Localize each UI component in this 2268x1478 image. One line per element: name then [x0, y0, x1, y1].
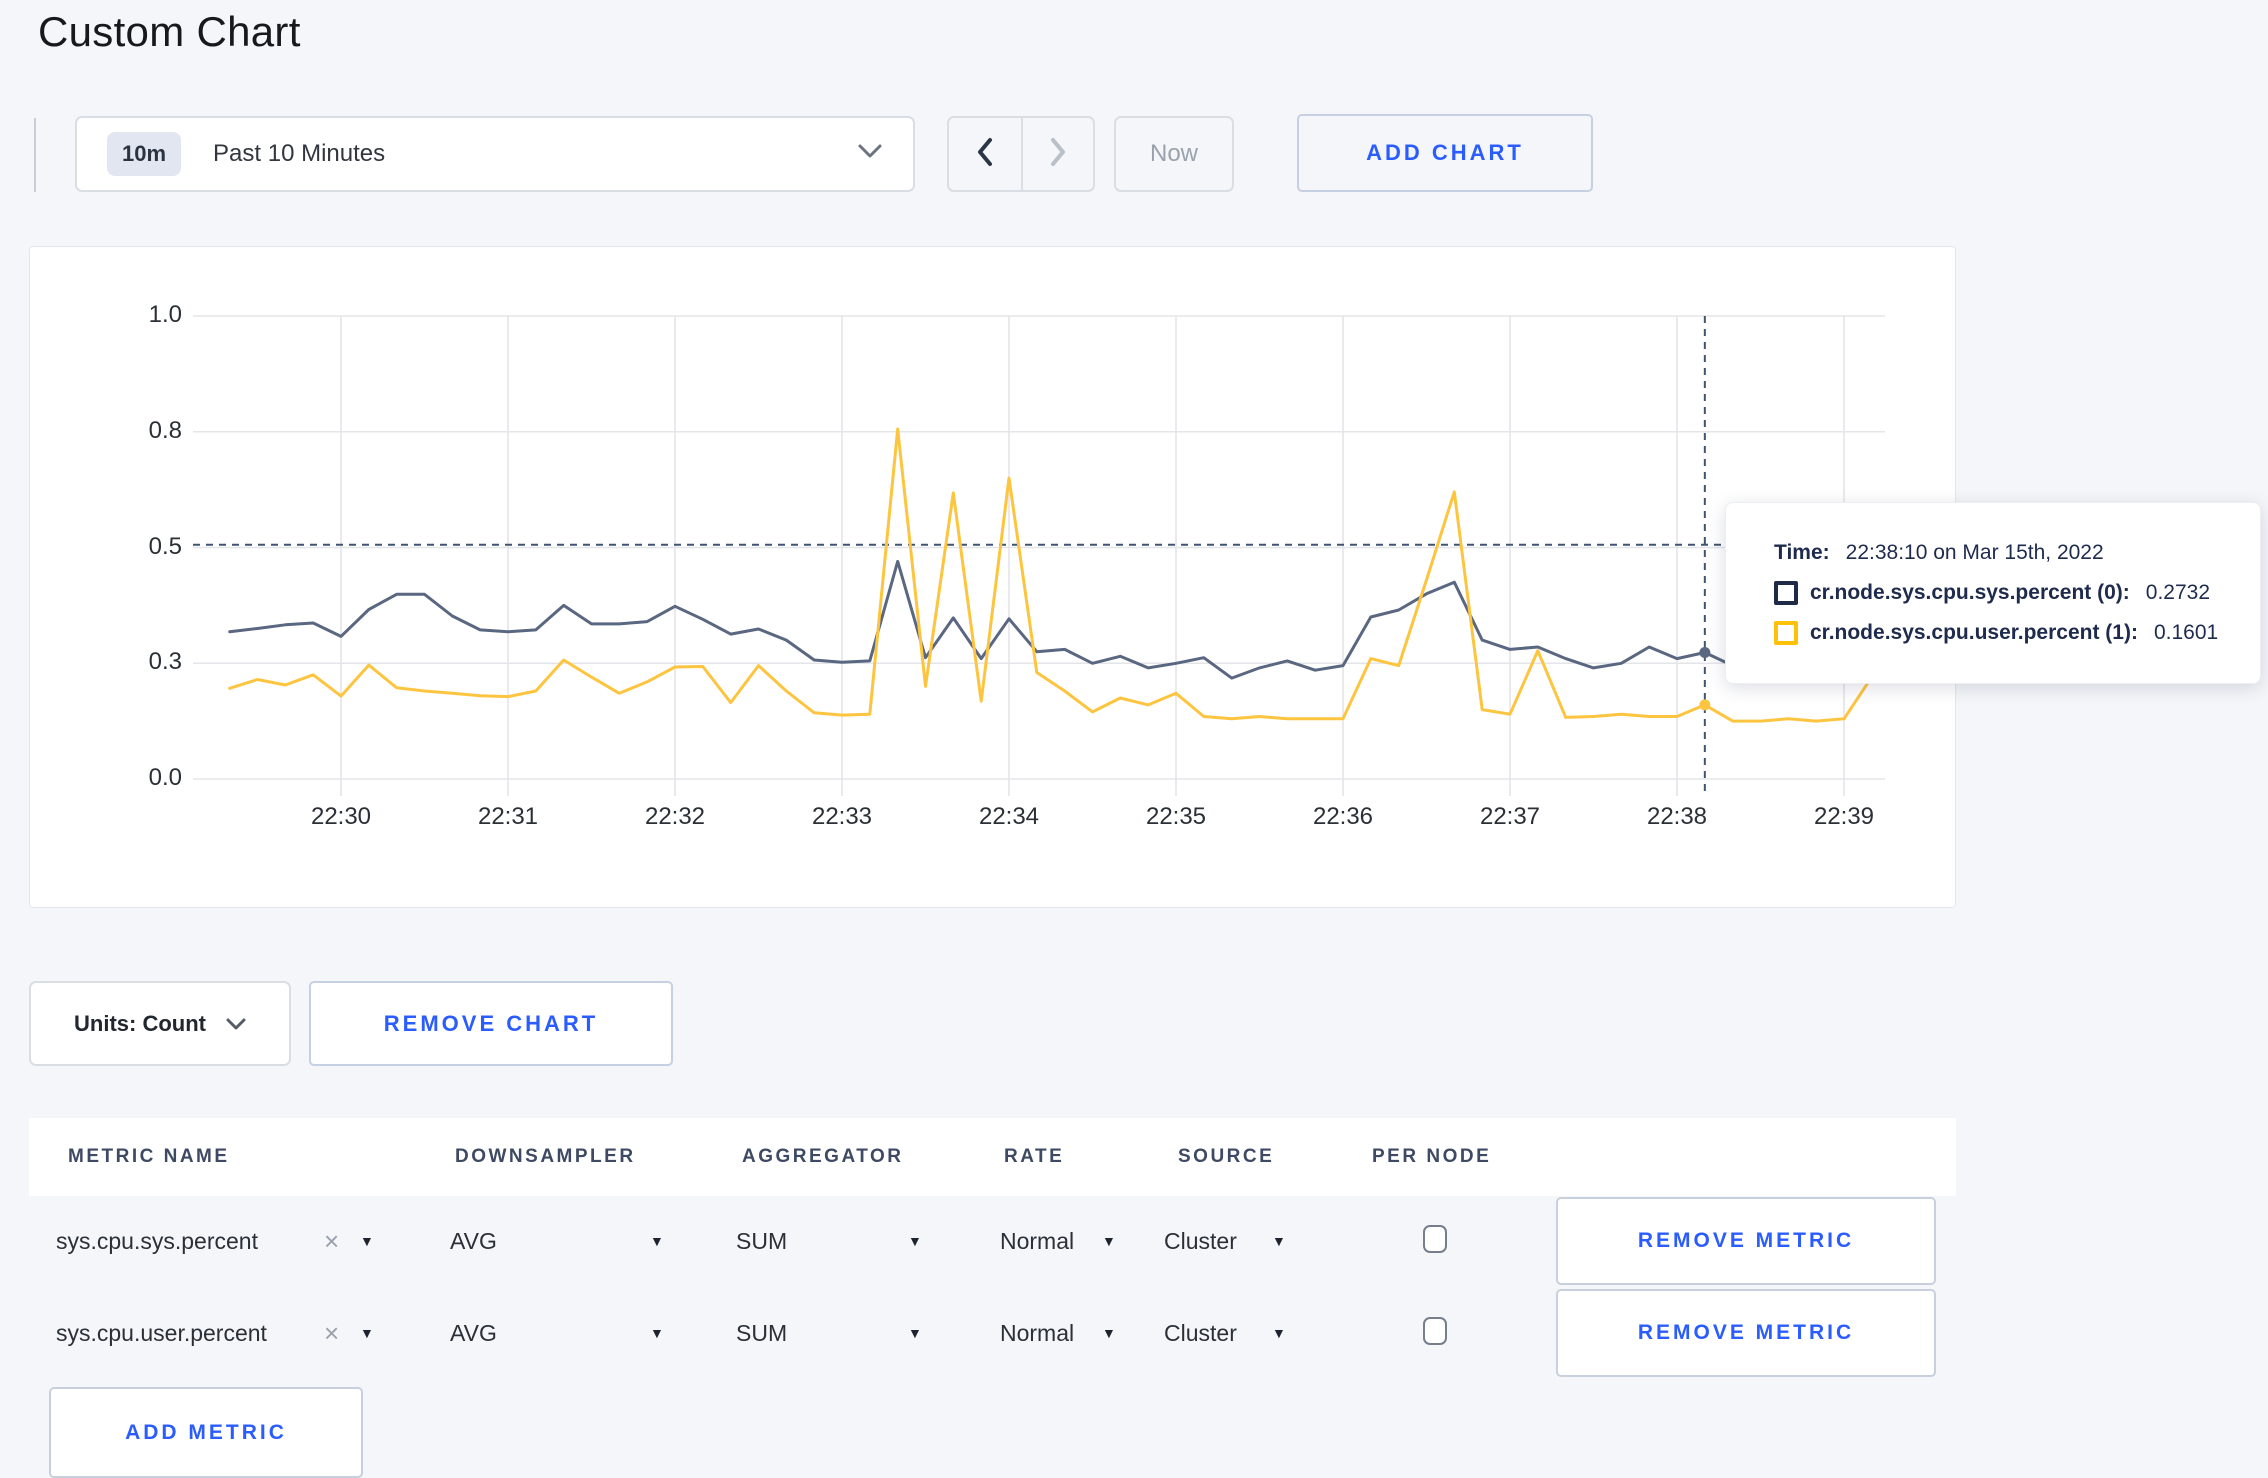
- tooltip-time-row: Time: 22:38:10 on Mar 15th, 2022: [1774, 541, 2260, 565]
- sys-series-swatch-icon: [1774, 581, 1798, 605]
- source-select[interactable]: Cluster: [1164, 1289, 1237, 1377]
- y-tick-label: 0.8: [148, 416, 182, 444]
- crosshair-dot: [1699, 699, 1711, 711]
- source-caret-icon[interactable]: ▼: [1272, 1197, 1286, 1285]
- aggregator-caret-icon[interactable]: ▼: [908, 1197, 922, 1285]
- x-tick-label: 22:39: [1813, 803, 1875, 830]
- tooltip-time-label: Time:: [1774, 541, 1830, 564]
- downsampler-caret-icon[interactable]: ▼: [650, 1289, 664, 1377]
- col-header-source: SOURCE: [1178, 1146, 1275, 1167]
- remove-chart-button[interactable]: REMOVE CHART: [309, 981, 673, 1066]
- remove-metric-button[interactable]: REMOVE METRIC: [1556, 1289, 1936, 1377]
- col-header-rate: RATE: [1004, 1146, 1065, 1167]
- x-tick-label: 22:37: [1479, 803, 1541, 830]
- remove-metric-x-icon[interactable]: ×: [324, 1289, 339, 1377]
- x-tick-label: 22:33: [811, 803, 873, 830]
- rate-caret-icon[interactable]: ▼: [1102, 1289, 1116, 1377]
- per-node-checkbox[interactable]: [1423, 1317, 1447, 1345]
- units-select[interactable]: Units: Count: [29, 981, 291, 1066]
- aggregator-select[interactable]: SUM: [736, 1289, 787, 1377]
- time-nav-group: [947, 116, 1095, 192]
- time-range-badge: 10m: [107, 132, 182, 176]
- tooltip-series-label: cr.node.sys.cpu.sys.percent (0):: [1810, 581, 2130, 604]
- chart-card: 0.0 0.3 0.5 0.8 1.0 22:30 22:31 22:32 22:33 22:3…: [29, 246, 1956, 908]
- page-title: Custom Chart: [38, 8, 301, 55]
- chevron-right-icon: [1046, 134, 1070, 175]
- rate-select[interactable]: Normal: [1000, 1289, 1074, 1377]
- x-tick-label: 22:30: [310, 803, 372, 830]
- metric-table-row: sys.cpu.sys.percent × ▼ AVG ▼ SUM ▼ Norm…: [29, 1197, 1956, 1285]
- downsampler-caret-icon[interactable]: ▼: [650, 1197, 664, 1285]
- crosshair-dot: [1699, 647, 1711, 659]
- x-tick-label: 22:35: [1145, 803, 1207, 830]
- metric-name-caret-icon[interactable]: ▼: [360, 1197, 374, 1285]
- y-tick-label: 1.0: [148, 301, 182, 328]
- units-label: Units: Count: [74, 1010, 206, 1036]
- metric-name-caret-icon[interactable]: ▼: [360, 1289, 374, 1377]
- col-header-per-node: PER NODE: [1372, 1146, 1492, 1167]
- user-series-swatch-icon: [1774, 621, 1798, 645]
- tooltip-series-value: 0.2732: [2145, 581, 2211, 604]
- source-select[interactable]: Cluster: [1164, 1197, 1237, 1285]
- series-line: [228, 559, 1874, 680]
- tooltip-series-value: 0.1601: [2153, 621, 2219, 644]
- source-caret-icon[interactable]: ▼: [1272, 1289, 1286, 1377]
- chevron-down-icon: [857, 143, 883, 165]
- time-range-label: Past 10 Minutes: [213, 140, 386, 167]
- per-node-checkbox[interactable]: [1423, 1225, 1447, 1253]
- y-tick-label: 0.5: [148, 532, 182, 560]
- chevron-down-icon: [226, 1011, 246, 1037]
- x-tick-label: 22:36: [1312, 803, 1374, 830]
- add-metric-button[interactable]: ADD METRIC: [49, 1387, 363, 1478]
- tooltip-series-row: cr.node.sys.cpu.user.percent (1): 0.1601: [1774, 621, 2260, 645]
- tooltip-series-row: cr.node.sys.cpu.sys.percent (0): 0.2732: [1774, 581, 2260, 605]
- metric-name-value[interactable]: sys.cpu.sys.percent: [56, 1197, 258, 1285]
- time-forward-button[interactable]: [1021, 116, 1095, 192]
- now-button[interactable]: Now: [1114, 116, 1234, 192]
- chevron-left-icon: [973, 134, 997, 175]
- x-tick-label: 22:31: [477, 803, 539, 830]
- custom-chart-page: { "page": { "title": "Custom Chart", "ba…: [0, 0, 2268, 1478]
- col-header-aggregator: AGGREGATOR: [742, 1146, 904, 1167]
- col-header-metric-name: METRIC NAME: [68, 1146, 230, 1167]
- aggregator-caret-icon[interactable]: ▼: [908, 1289, 922, 1377]
- x-axis-labels: 22:30 22:31 22:32 22:33 22:34 22:35 22:36 22:37…: [30, 803, 1955, 843]
- x-tick-label: 22:38: [1646, 803, 1708, 830]
- metrics-table-header: METRIC NAME DOWNSAMPLER AGGREGATOR RATE …: [29, 1118, 1956, 1196]
- tooltip-series-label: cr.node.sys.cpu.user.percent (1):: [1810, 621, 2138, 644]
- downsampler-select[interactable]: AVG: [450, 1197, 497, 1285]
- aggregator-select[interactable]: SUM: [736, 1197, 787, 1285]
- y-tick-label: 0.3: [148, 648, 182, 676]
- add-chart-button[interactable]: ADD CHART: [1297, 114, 1593, 192]
- x-tick-label: 22:34: [978, 803, 1040, 830]
- remove-metric-button[interactable]: REMOVE METRIC: [1556, 1197, 1936, 1285]
- series-line: [228, 427, 1874, 723]
- chart-tooltip: Time: 22:38:10 on Mar 15th, 2022 cr.node…: [1725, 502, 2261, 684]
- time-back-button[interactable]: [947, 116, 1021, 192]
- toolbar-divider: [34, 118, 36, 192]
- time-range-select[interactable]: 10m Past 10 Minutes: [75, 116, 915, 192]
- metric-table-row: sys.cpu.user.percent × ▼ AVG ▼ SUM ▼ Nor…: [29, 1289, 1956, 1377]
- y-tick-label: 0.0: [148, 764, 182, 791]
- remove-metric-x-icon[interactable]: ×: [324, 1197, 339, 1285]
- downsampler-select[interactable]: AVG: [450, 1289, 497, 1377]
- x-tick-label: 22:32: [644, 803, 706, 830]
- col-header-downsampler: DOWNSAMPLER: [455, 1146, 636, 1167]
- rate-select[interactable]: Normal: [1000, 1197, 1074, 1285]
- tooltip-time-value: 22:38:10 on Mar 15th, 2022: [1845, 541, 2104, 564]
- metric-name-value[interactable]: sys.cpu.user.percent: [56, 1289, 267, 1377]
- rate-caret-icon[interactable]: ▼: [1102, 1197, 1116, 1285]
